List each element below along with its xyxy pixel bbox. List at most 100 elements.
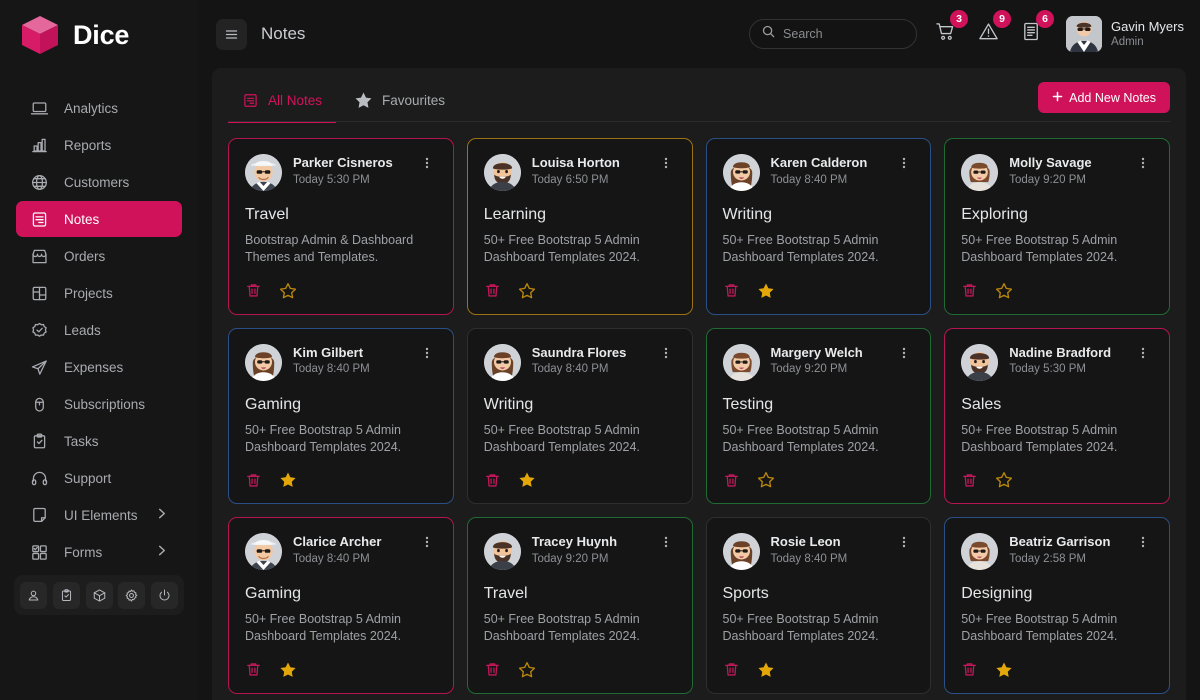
favourite-star-icon[interactable] — [518, 661, 536, 679]
note-card[interactable]: Tracey Huynh Today 9:20 PM Travel 50+ Free … — [466, 517, 693, 694]
sidebar-item-label: Forms — [64, 544, 103, 560]
note-card[interactable]: Louisa Horton Today 6:50 PM Learning 50+ Fr… — [466, 138, 693, 315]
note-card[interactable]: Parker Cisneros Today 5:30 PM Travel Bootst… — [228, 138, 454, 315]
brand[interactable]: Dice — [0, 0, 198, 70]
note-author-name: Margery Welch — [770, 344, 863, 360]
note-card[interactable]: Nadine Bradford Today 5:30 PM Sales 50+ Fre… — [944, 327, 1170, 504]
delete-note-icon[interactable] — [723, 282, 740, 299]
delete-note-icon[interactable] — [961, 661, 978, 678]
sidebar-item-projects[interactable]: Projects — [16, 275, 182, 311]
note-options-menu-icon[interactable] — [894, 533, 914, 553]
note-options-menu-icon[interactable] — [417, 344, 437, 364]
note-card-header: Kim Gilbert Today 8:40 PM — [245, 343, 437, 381]
note-timestamp: Today 5:30 PM — [293, 173, 370, 186]
favourite-star-icon[interactable] — [995, 282, 1013, 300]
tab-favourites[interactable]: Favourites — [340, 83, 459, 123]
sidebar-item-tasks[interactable]: Tasks — [16, 423, 182, 459]
note-author-name: Parker Cisneros — [293, 155, 393, 170]
sidebar-item-orders[interactable]: Orders — [16, 238, 182, 274]
note-body: 50+ Free Bootstrap 5 Admin Dashboard Tem… — [483, 422, 640, 454]
profile-menu[interactable]: Gavin Myers Admin — [1066, 16, 1184, 52]
note-timestamp: Today 6:50 PM — [531, 173, 609, 186]
favourite-star-icon[interactable] — [757, 661, 775, 679]
sidebar-item-notes[interactable]: Notes — [16, 201, 182, 237]
note-options-menu-icon[interactable] — [656, 344, 676, 364]
sidebar-item-leads[interactable]: Leads — [16, 312, 182, 348]
sidebar-item-support[interactable]: Support — [16, 460, 182, 496]
top-bar: Notes 3 — [198, 0, 1200, 68]
favourite-star-icon[interactable] — [279, 471, 297, 489]
delete-note-icon[interactable] — [245, 472, 262, 489]
note-options-menu-icon[interactable] — [417, 533, 437, 553]
cube-logo-icon — [18, 13, 62, 57]
favourite-star-icon[interactable] — [279, 661, 297, 679]
note-options-menu-icon[interactable] — [656, 533, 676, 553]
delete-note-icon[interactable] — [723, 661, 740, 678]
note-options-menu-icon[interactable] — [656, 154, 676, 174]
note-options-menu-icon[interactable] — [894, 154, 914, 174]
sidebar-item-subscriptions[interactable]: Subscriptions — [16, 386, 182, 422]
note-list-icon — [232, 92, 259, 109]
document-icon[interactable]: 6 — [1017, 10, 1055, 51]
favourite-star-icon[interactable] — [518, 471, 536, 489]
note-card[interactable]: Clarice Archer Today 8:40 PM Gaming 50+ Fre… — [228, 517, 454, 694]
sidebar-item-ui-elements[interactable]: UI Elements — [16, 497, 182, 533]
delete-note-icon[interactable] — [245, 661, 262, 678]
add-new-notes-button[interactable]: Add New Notes — [1038, 82, 1170, 113]
delete-note-icon[interactable] — [484, 472, 501, 489]
note-options-menu-icon[interactable] — [894, 344, 914, 364]
favourite-star-icon[interactable] — [995, 471, 1013, 489]
sidebar-item-customers[interactable]: Customers — [16, 164, 182, 200]
delete-note-icon[interactable] — [484, 282, 501, 299]
note-card[interactable]: Karen Calderon Today 8:40 PM Writing 50+ Fr… — [705, 138, 932, 315]
note-actions — [961, 282, 1153, 300]
tab-all-notes[interactable]: All Notes — [228, 83, 337, 123]
grid-check-icon — [30, 543, 49, 562]
note-card-header: Louisa Horton Today 6:50 PM — [483, 154, 676, 191]
note-card[interactable]: Margery Welch Today 9:20 PM Testing 50+ Fre… — [705, 327, 932, 504]
favourite-star-icon[interactable] — [757, 282, 775, 300]
favourite-star-icon[interactable] — [279, 282, 297, 300]
delete-note-icon[interactable] — [245, 282, 262, 299]
search-input[interactable] — [783, 27, 904, 41]
note-options-menu-icon[interactable] — [417, 154, 437, 174]
note-card[interactable]: Molly Savage Today 9:20 PM Exploring 50+ Fr… — [944, 138, 1170, 315]
sidebar-item-label: Tasks — [64, 433, 99, 449]
search-box[interactable] — [749, 19, 918, 49]
note-card[interactable]: Beatriz Garrison Today 2:58 PM Designing 50… — [944, 517, 1170, 694]
delete-note-icon[interactable] — [961, 472, 978, 489]
delete-note-icon[interactable] — [723, 472, 740, 489]
note-options-menu-icon[interactable] — [1133, 154, 1153, 174]
note-actions — [484, 471, 676, 489]
sidebar-item-reports[interactable]: Reports — [16, 127, 182, 163]
note-author: Clarice Archer Today 8:40 PM — [293, 533, 406, 568]
delete-note-icon[interactable] — [484, 661, 501, 678]
favourite-star-icon[interactable] — [995, 661, 1013, 679]
delete-note-icon[interactable] — [961, 282, 978, 299]
note-avatar — [961, 533, 999, 570]
cart-icon[interactable]: 3 — [931, 10, 969, 51]
sidebar-tool-gear[interactable] — [118, 581, 146, 609]
note-card[interactable]: Kim Gilbert Today 8:40 PM Gaming 50+ Free B… — [228, 327, 454, 504]
sidebar-tool-clipboard[interactable] — [52, 581, 80, 609]
tabs-divider — [228, 121, 1170, 122]
sidebar-tool-box[interactable] — [85, 581, 113, 609]
note-author-name: Louisa Horton — [531, 155, 620, 170]
favourite-star-icon[interactable] — [518, 282, 536, 300]
note-author-name: Molly Savage — [1009, 155, 1092, 170]
sidebar-tool-user[interactable] — [20, 581, 47, 609]
favourite-star-icon[interactable] — [757, 471, 775, 489]
globe-icon — [30, 173, 49, 192]
sidebar-item-forms[interactable]: Forms — [16, 534, 182, 570]
note-options-menu-icon[interactable] — [1133, 533, 1153, 553]
note-card[interactable]: Rosie Leon Today 8:40 PM Sports 50+ Free Bo… — [705, 517, 932, 694]
note-author: Margery Welch Today 9:20 PM — [771, 344, 884, 379]
warning-icon[interactable]: 9 — [974, 10, 1012, 51]
sidebar-tool-power[interactable] — [151, 581, 178, 609]
note-card[interactable]: Saundra Flores Today 8:40 PM Writing 50+ Fr… — [466, 327, 693, 504]
sidebar-item-analytics[interactable]: Analytics — [16, 90, 182, 126]
note-options-menu-icon[interactable] — [1133, 344, 1153, 364]
hamburger-icon[interactable] — [216, 18, 247, 50]
sidebar-item-expenses[interactable]: Expenses — [16, 349, 182, 385]
note-avatar — [483, 343, 521, 381]
